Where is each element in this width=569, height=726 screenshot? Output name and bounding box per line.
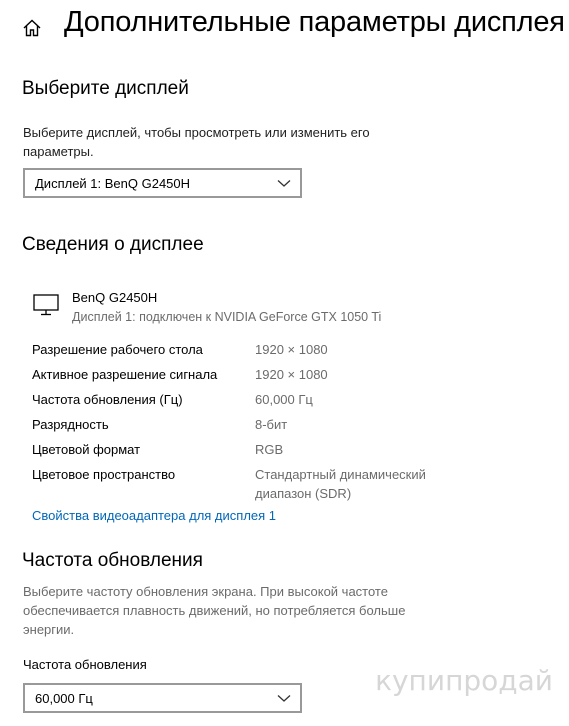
monitor-name: BenQ G2450H	[72, 290, 158, 305]
info-label: Цветовое пространство	[32, 467, 176, 482]
info-label: Активное разрешение сигнала	[32, 367, 218, 382]
watermark: купипродай	[375, 664, 553, 697]
monitor-connection: Дисплей 1: подключен к NVIDIA GeForce GT…	[72, 310, 382, 324]
info-value: Стандартный динамический диапазон (SDR)	[255, 467, 426, 501]
refresh-rate-description: Выберите частоту обновления экрана. При …	[23, 584, 406, 637]
refresh-rate-label: Частота обновления	[23, 657, 147, 672]
refresh-rate-dropdown-value: 60,000 Гц	[35, 690, 93, 706]
info-value: 60,000 Гц	[255, 392, 313, 407]
display-dropdown-value: Дисплей 1: BenQ G2450H	[35, 175, 191, 191]
home-icon	[23, 19, 41, 37]
display-info-heading: Сведения о дисплее	[22, 234, 204, 255]
adapter-properties-link[interactable]: Свойства видеоадаптера для дисплея 1	[32, 508, 276, 523]
info-label: Разрядность	[32, 417, 109, 432]
display-dropdown[interactable]: Дисплей 1: BenQ G2450H	[23, 168, 302, 198]
info-value: 8-бит	[255, 417, 288, 432]
select-display-heading: Выберите дисплей	[22, 78, 189, 99]
info-label: Разрешение рабочего стола	[32, 342, 203, 357]
info-value: 1920 × 1080	[255, 342, 328, 357]
info-label: Цветовой формат	[32, 442, 141, 457]
page-title: Дополнительные параметры дисплея	[64, 6, 565, 38]
info-value: RGB	[255, 442, 284, 457]
home-button[interactable]	[18, 14, 46, 42]
info-value: 1920 × 1080	[255, 367, 328, 382]
info-label: Частота обновления (Гц)	[32, 392, 183, 407]
chevron-down-icon	[277, 695, 291, 702]
chevron-down-icon	[277, 180, 291, 187]
select-display-description: Выберите дисплей, чтобы просмотреть или …	[23, 125, 370, 159]
monitor-icon	[33, 294, 59, 316]
refresh-rate-dropdown[interactable]: 60,000 Гц	[23, 683, 302, 713]
refresh-rate-heading: Частота обновления	[22, 550, 203, 571]
